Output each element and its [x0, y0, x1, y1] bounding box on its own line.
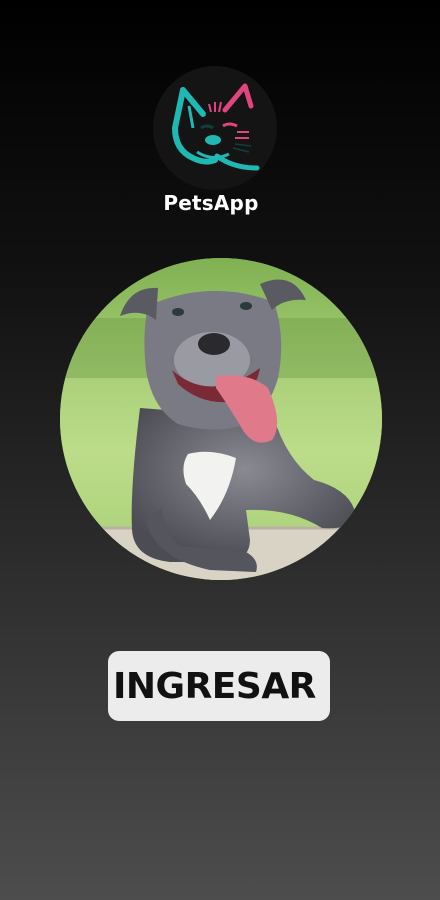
app-name: PetsApp [163, 191, 259, 215]
smiling-pitbull-dog-photo [60, 258, 382, 580]
enter-button[interactable]: INGRESAR [108, 651, 330, 721]
app-logo [153, 66, 277, 190]
hero-dog-photo [60, 258, 382, 580]
french-bulldog-logo-icon [172, 83, 260, 171]
